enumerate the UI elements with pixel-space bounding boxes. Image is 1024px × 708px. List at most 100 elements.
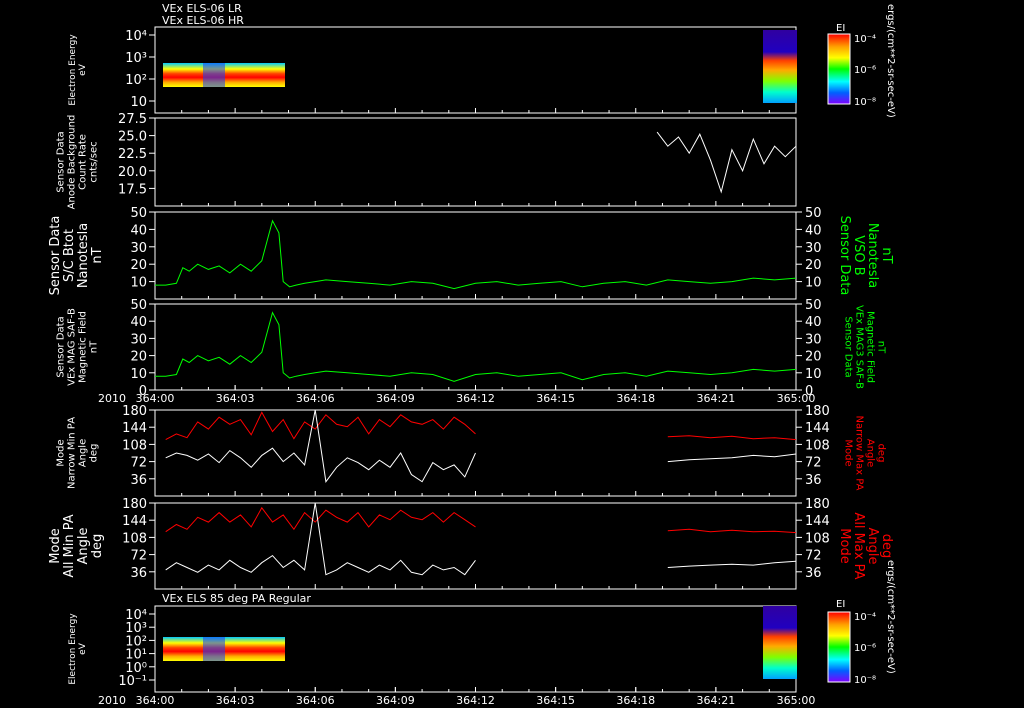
xtick-label-p3-4: 364:12 xyxy=(456,392,495,405)
ytick-label-p4-4: 36 xyxy=(130,473,147,488)
colorbar-bottom-tick-high: 10⁻⁴ xyxy=(854,612,876,623)
ytick-label-p3-4: 10 xyxy=(130,367,147,382)
xtick-label-p6-7: 364:21 xyxy=(697,694,736,707)
xtick-label-p3-1: 364:03 xyxy=(216,392,255,405)
panel-sc-btot-frame xyxy=(154,211,797,300)
ytick-label-p6-5: 10⁻¹ xyxy=(118,674,147,689)
ytick-label-p4-0: 180 xyxy=(122,404,147,419)
spectrogram-top xyxy=(163,30,797,103)
bottom-panel-title: VEx ELS 85 deg PA Regular xyxy=(162,592,311,605)
colorbar-top-tick-mid: 10⁻⁶ xyxy=(854,65,876,76)
panel-mag-safb-frame xyxy=(154,303,797,391)
ytick-label-p5-3: 72 xyxy=(130,549,147,564)
xtick-label-p6-1: 364:03 xyxy=(216,694,255,707)
xtick-label-p3-6: 364:18 xyxy=(616,392,655,405)
ylabel-p1-line3: cnts/sec xyxy=(89,141,100,182)
ytick-label-right-p3-1: 40 xyxy=(805,315,822,330)
ylabel-p4-line2: Angle xyxy=(78,439,89,467)
ylabel-p4-line0: Mode xyxy=(56,439,67,466)
ytick-label-p5-0: 180 xyxy=(122,497,147,512)
ytick-label-right-p5-0: 180 xyxy=(805,497,830,512)
xtick-label-p6-8: 365:00 xyxy=(777,694,816,707)
ylabel-p5-line2: Angle xyxy=(76,528,91,565)
ylabel-right-p2-line1: VSO B xyxy=(851,235,866,275)
ylabel-right-p4-line2: Angle xyxy=(865,439,876,467)
colorbar-bottom-tick-low: 10⁻⁸ xyxy=(854,675,876,686)
ytick-label-right-p3-0: 50 xyxy=(805,298,822,313)
colorbar-top-tick-low: 10⁻⁸ xyxy=(854,97,876,108)
ytick-label-p1-0: 27.5 xyxy=(118,112,147,127)
xtick-label-p6-6: 364:18 xyxy=(616,694,655,707)
spectrogram-bottom-gap xyxy=(203,637,225,661)
colorbar-bottom-tick-mid: 10⁻⁶ xyxy=(854,643,876,654)
ytick-label-right-p2-1: 40 xyxy=(805,223,822,238)
ytick-label-p3-0: 50 xyxy=(130,298,147,313)
series-line-p3-s0 xyxy=(155,311,797,382)
ytick-label-right-p5-3: 72 xyxy=(805,549,822,564)
ytick-label-p5-2: 108 xyxy=(122,531,147,546)
ytick-label-p0-1: 10³ xyxy=(125,51,147,66)
xtick-label-p6-2: 364:06 xyxy=(296,694,335,707)
ytick-label-right-p3-4: 10 xyxy=(805,367,822,382)
ylabel-p3-line0: Sensor Data xyxy=(56,316,67,377)
ylabel-right-p5-line3: deg xyxy=(879,534,894,559)
panel-anode-background-frame xyxy=(154,117,797,207)
ylabel-right-p3-line3: nT xyxy=(876,341,887,354)
series-line-p4-s0 xyxy=(165,411,476,441)
ytick-label-p3-3: 20 xyxy=(130,350,147,365)
ylabel-p4-line1: Narrow Min PA xyxy=(67,417,78,489)
ylabel-right-p5-line0: Mode xyxy=(837,528,852,563)
xtick-label-p6-0: 364:00 xyxy=(136,694,175,707)
ytick-label-right-p2-0: 50 xyxy=(805,206,822,221)
ytick-label-p1-1: 25.0 xyxy=(118,130,147,145)
ylabel-p1-line1: Anode Background xyxy=(67,115,78,210)
ylabel-right-p4-line1: Narrow Max PA xyxy=(854,416,865,491)
plot-canvas: VEx ELS-06 LR VEx ELS-06 HR VEx ELS 85 d… xyxy=(48,2,896,707)
panel-all-pa-frame xyxy=(154,502,797,590)
ylabel-p2-line3: nT xyxy=(90,247,105,263)
ytick-label-right-p5-4: 36 xyxy=(805,566,822,581)
ylabel-right-p3-line2: Magnetic Field xyxy=(865,311,876,383)
colorbar-bottom-units: ergs/(cm**2-sr-sec-eV) xyxy=(885,560,896,674)
ytick-label-right-p4-1: 144 xyxy=(805,421,830,436)
xtick-label-p3-5: 364:15 xyxy=(536,392,575,405)
ytick-label-right-p5-2: 108 xyxy=(805,531,830,546)
ylabel-p5-line0: Mode xyxy=(48,528,63,563)
ylabel-right-p3-line1: VEx MAG3 SAF-B xyxy=(854,305,865,389)
ytick-label-p4-1: 144 xyxy=(122,421,147,436)
ylabel-right-p2-line3: nT xyxy=(879,247,894,263)
ylabel-right-p2-line0: Sensor Data xyxy=(837,216,852,296)
ylabel-right-p4-line3: deg xyxy=(876,444,887,463)
series-line-p5-s1 xyxy=(165,502,476,576)
ytick-label-right-p3-2: 30 xyxy=(805,332,822,347)
ytick-label-p4-3: 72 xyxy=(130,456,147,471)
colorbar-top-gradient xyxy=(827,33,851,105)
ytick-label-p2-4: 10 xyxy=(130,276,147,291)
colorbar-top: EI 10⁻⁴ 10⁻⁶ 10⁻⁸ ergs/(cm**2-sr-sec-eV) xyxy=(827,4,896,118)
ytick-label-right-p3-3: 20 xyxy=(805,350,822,365)
ylabel-p3-line2: Magnetic Field xyxy=(78,311,89,383)
ylabel-p5-line1: All Min PA xyxy=(62,514,77,577)
ylabel-right-p4-line0: Mode xyxy=(843,439,854,466)
series-line-p4-s2 xyxy=(667,435,797,441)
ylabel-p1-line2: Count Rate xyxy=(78,134,89,190)
ytick-label-right-p4-2: 108 xyxy=(805,438,830,453)
ytick-label-p0-3: 10 xyxy=(130,95,147,110)
ytick-label-p2-1: 40 xyxy=(130,223,147,238)
series-line-p5-s0 xyxy=(165,506,476,533)
colorbar-bottom-gradient xyxy=(827,611,851,683)
ylabel-p6-line0: Electron Energy xyxy=(68,613,78,685)
ytick-label-right-p4-3: 72 xyxy=(805,456,822,471)
series-line-p5-s3 xyxy=(667,560,797,568)
colorbar-bottom-label: EI xyxy=(836,599,845,610)
colorbar-top-label: EI xyxy=(836,23,845,34)
ytick-label-right-p4-4: 36 xyxy=(805,473,822,488)
series-line-p2-s0 xyxy=(155,219,797,290)
ytick-label-right-p5-1: 144 xyxy=(805,514,830,529)
ytick-label-p1-2: 22.5 xyxy=(118,147,147,162)
spectrogram-top-block-right xyxy=(763,30,797,103)
xtick-label-p3-7: 364:21 xyxy=(697,392,736,405)
ytick-label-p3-1: 40 xyxy=(130,315,147,330)
year-label-bottom: 2010 xyxy=(98,694,126,707)
ytick-label-p2-0: 50 xyxy=(130,206,147,221)
